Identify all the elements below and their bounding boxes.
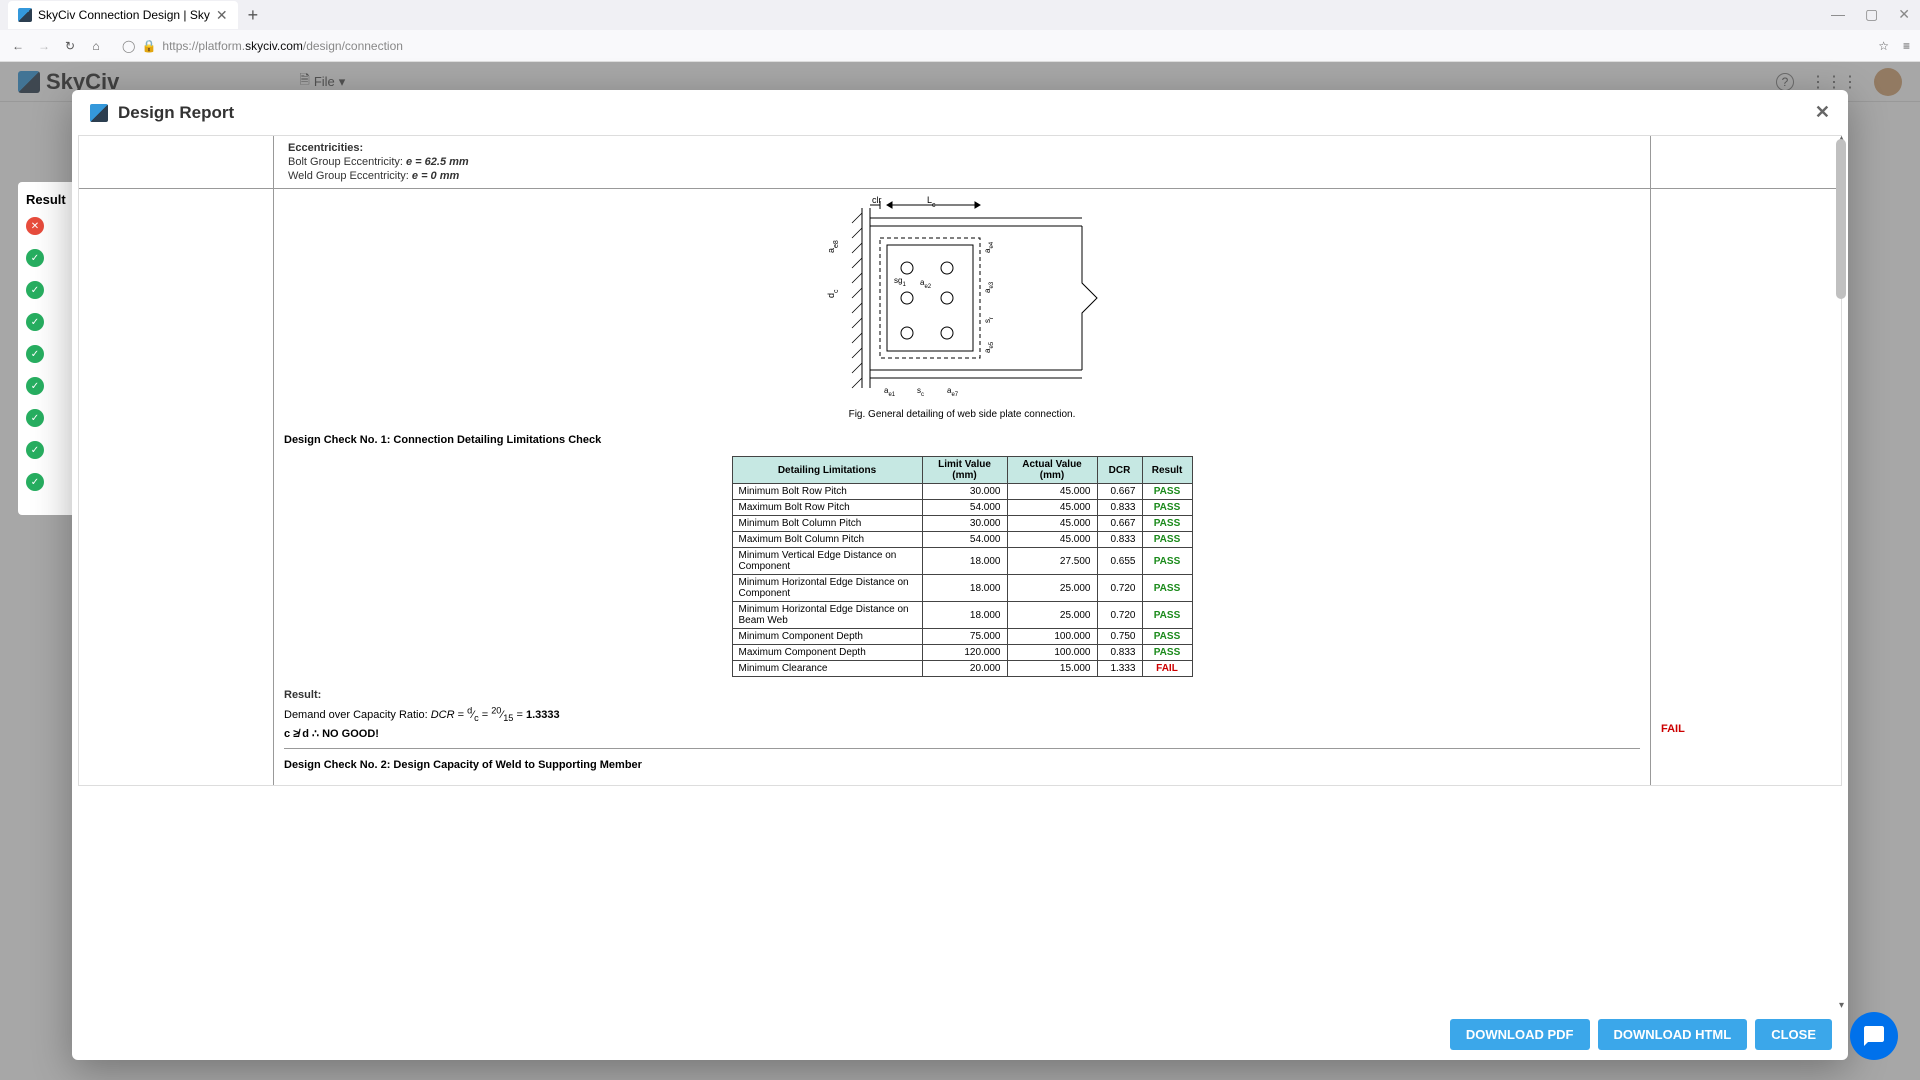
dcr-formula: Demand over Capacity Ratio: DCR = d⁄c = …: [284, 705, 1640, 723]
maximize-icon[interactable]: ▢: [1865, 6, 1878, 23]
table-header: Limit Value (mm): [922, 457, 1007, 484]
pass-status-icon: ✓: [26, 377, 44, 395]
pass-status-icon: ✓: [26, 249, 44, 267]
download-html-button[interactable]: DOWNLOAD HTML: [1598, 1019, 1748, 1050]
svg-text:ae3: ae3: [983, 281, 995, 293]
svg-text:ae2: ae2: [920, 278, 932, 290]
modal-body[interactable]: Eccentricities: Bolt Group Eccentricity:…: [72, 135, 1848, 1009]
table-row: Minimum Horizontal Edge Distance on Comp…: [732, 575, 1192, 602]
forward-icon[interactable]: →: [36, 38, 52, 54]
pass-status-icon: ✓: [26, 473, 44, 491]
tab-favicon: [18, 8, 32, 22]
address-bar: ← → ↻ ⌂ ◯ 🔒 https://platform.skyciv.com/…: [0, 30, 1920, 62]
results-heading: Result: [26, 192, 70, 207]
design-report-modal: Design Report ✕ Eccentricities: Bolt Gro…: [72, 90, 1848, 1060]
results-sidebar: Result ✕ ✓ ✓ ✓ ✓ ✓ ✓ ✓ ✓: [18, 182, 78, 515]
result-label: Result:: [284, 689, 1640, 701]
browser-chrome: — ▢ ✕ SkyCiv Connection Design | Sky ✕ +…: [0, 0, 1920, 62]
result-item: ✓: [26, 473, 70, 491]
pass-status-icon: ✓: [26, 345, 44, 363]
close-button[interactable]: CLOSE: [1755, 1019, 1832, 1050]
url-text: https://platform.skyciv.com/design/conne…: [162, 39, 403, 53]
result-item: ✕: [26, 217, 70, 235]
lock-icon: 🔒: [141, 39, 156, 53]
table-header: Result: [1142, 457, 1192, 484]
home-icon[interactable]: ⌂: [88, 38, 104, 54]
new-tab-button[interactable]: +: [248, 5, 259, 26]
modal-logo-icon: [90, 104, 108, 122]
scrollbar[interactable]: ▴ ▾: [1832, 135, 1848, 1009]
svg-text:clr: clr: [872, 195, 882, 205]
design-check-1-title: Design Check No. 1: Connection Detailing…: [284, 434, 1640, 446]
tab-bar: SkyCiv Connection Design | Sky ✕ +: [0, 0, 1920, 30]
close-tab-icon[interactable]: ✕: [216, 7, 228, 24]
shield-icon: ◯: [122, 39, 135, 53]
result-item: ✓: [26, 281, 70, 299]
result-item: ✓: [26, 249, 70, 267]
svg-text:ae5: ae5: [983, 341, 995, 353]
pass-status-icon: ✓: [26, 281, 44, 299]
result-item: ✓: [26, 377, 70, 395]
svg-text:sr: sr: [983, 317, 995, 323]
table-row: Minimum Bolt Column Pitch30.00045.0000.6…: [732, 516, 1192, 532]
pass-status-icon: ✓: [26, 313, 44, 331]
table-header: DCR: [1097, 457, 1142, 484]
minimize-icon[interactable]: —: [1831, 6, 1845, 23]
eccentricities-heading: Eccentricities:: [288, 142, 1640, 154]
svg-text:dc: dc: [826, 289, 840, 298]
chat-icon: [1862, 1024, 1886, 1048]
result-item: ✓: [26, 313, 70, 331]
pass-status-icon: ✓: [26, 409, 44, 427]
result-item: ✓: [26, 345, 70, 363]
bolt-eccentricity-line: Bolt Group Eccentricity: e = 62.5 mm: [288, 156, 1640, 168]
url-input[interactable]: ◯ 🔒 https://platform.skyciv.com/design/c…: [114, 39, 1868, 53]
svg-text:ae8: ae8: [826, 240, 840, 253]
browser-tab[interactable]: SkyCiv Connection Design | Sky ✕: [8, 1, 238, 29]
chat-widget[interactable]: [1850, 1012, 1898, 1060]
table-row: Maximum Bolt Column Pitch54.00045.0000.8…: [732, 532, 1192, 548]
menu-icon[interactable]: ≡: [1903, 39, 1910, 53]
fail-result-badge: FAIL: [1661, 723, 1831, 735]
modal-title: Design Report: [118, 103, 234, 123]
scroll-down-icon[interactable]: ▾: [1839, 1000, 1844, 1009]
fail-status-icon: ✕: [26, 217, 44, 235]
result-item: ✓: [26, 441, 70, 459]
result-item: ✓: [26, 409, 70, 427]
svg-text:sg1: sg1: [894, 276, 906, 288]
scroll-thumb[interactable]: [1836, 139, 1846, 299]
figure-caption: Fig. General detailing of web side plate…: [284, 409, 1640, 420]
bookmark-icon[interactable]: ☆: [1878, 39, 1889, 53]
close-window-icon[interactable]: ✕: [1898, 6, 1910, 23]
pass-status-icon: ✓: [26, 441, 44, 459]
modal-footer: DOWNLOAD PDF DOWNLOAD HTML CLOSE: [72, 1009, 1848, 1060]
design-check-2-title: Design Check No. 2: Design Capacity of W…: [284, 759, 1640, 771]
detailing-limitations-table: Detailing Limitations Limit Value (mm) A…: [732, 456, 1193, 677]
nogood-line: c ≱ d ∴ NO GOOD!: [284, 727, 1640, 740]
window-controls: — ▢ ✕: [1831, 6, 1910, 23]
table-row: Minimum Horizontal Edge Distance on Beam…: [732, 602, 1192, 629]
svg-text:sc: sc: [917, 386, 924, 398]
connection-schematic: clr Lc ae8 dc sg1 ae2 ae4 ae3 sr ae5 ae1…: [822, 193, 1102, 403]
modal-header: Design Report ✕: [72, 90, 1848, 135]
table-header: Detailing Limitations: [732, 457, 922, 484]
table-row: Minimum Vertical Edge Distance on Compon…: [732, 548, 1192, 575]
table-row: Maximum Component Depth120.000100.0000.8…: [732, 645, 1192, 661]
table-row: Maximum Bolt Row Pitch54.00045.0000.833P…: [732, 500, 1192, 516]
weld-eccentricity-line: Weld Group Eccentricity: e = 0 mm: [288, 170, 1640, 182]
table-row: Minimum Clearance20.00015.0001.333FAIL: [732, 661, 1192, 677]
reload-icon[interactable]: ↻: [62, 38, 78, 54]
svg-text:ae1: ae1: [884, 386, 896, 398]
svg-text:Lc: Lc: [927, 195, 936, 209]
back-icon[interactable]: ←: [10, 38, 26, 54]
svg-text:ae7: ae7: [947, 386, 959, 398]
table-row: Minimum Bolt Row Pitch30.00045.0000.667P…: [732, 484, 1192, 500]
tab-title: SkyCiv Connection Design | Sky: [38, 8, 210, 22]
svg-text:ae4: ae4: [983, 241, 995, 253]
download-pdf-button[interactable]: DOWNLOAD PDF: [1450, 1019, 1590, 1050]
table-header: Actual Value (mm): [1007, 457, 1097, 484]
table-row: Minimum Component Depth75.000100.0000.75…: [732, 629, 1192, 645]
modal-close-button[interactable]: ✕: [1815, 102, 1830, 123]
